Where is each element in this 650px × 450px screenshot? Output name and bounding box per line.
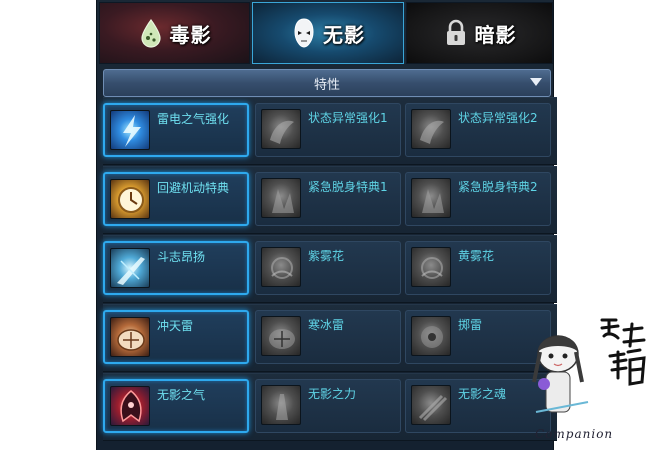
skill-slot[interactable]: 紧急脱身特典1 [255, 172, 401, 226]
skill-slot[interactable]: 状态异常强化2 [405, 103, 551, 157]
locked-skill-icon [411, 385, 451, 425]
skill-name: 雷电之气强化 [157, 112, 230, 126]
tab-label: 暗影 [474, 22, 517, 47]
locked-skill-icon [411, 316, 451, 356]
lock-icon [443, 17, 469, 49]
skill-name: 无影之魂 [458, 387, 507, 401]
skill-name: 无影之力 [308, 387, 357, 401]
tab-label: 毒影 [169, 22, 212, 47]
thunder-strike-skill-icon [110, 317, 150, 357]
skill-name: 回避机动特典 [157, 181, 230, 195]
blade-skill-icon [110, 248, 150, 288]
tab-poison-shadow[interactable]: 毒影 [99, 2, 250, 64]
class-tabs: 毒影 无影 暗影 [97, 0, 555, 64]
skill-name: 紫雾花 [308, 249, 345, 263]
tab-dark-shadow[interactable]: 暗影 [406, 2, 553, 64]
skill-name: 紧急脱身特典1 [308, 180, 388, 194]
skill-name: 冲天雷 [157, 319, 194, 333]
skill-name: 掷雷 [458, 318, 483, 332]
section-header-traits[interactable]: 特性 [103, 69, 551, 97]
skill-slot[interactable]: 紧急脱身特典2 [405, 172, 551, 226]
locked-skill-icon [261, 385, 301, 425]
skill-row: 回避机动特典 紧急脱身特典1 紧急脱身特典2 [103, 166, 557, 234]
chevron-down-icon[interactable] [530, 78, 542, 86]
skill-row: 斗志昂扬 紫雾花 黄雾花 [103, 235, 557, 303]
locked-skill-icon [261, 109, 301, 149]
skill-slot[interactable]: 无影之气 [103, 379, 249, 433]
skill-name: 寒冰雷 [308, 318, 345, 332]
lightning-skill-icon [110, 110, 150, 150]
skill-slot[interactable]: 黄雾花 [405, 241, 551, 295]
skill-name: 状态异常强化1 [308, 111, 388, 125]
locked-skill-icon [261, 316, 301, 356]
tab-label: 无影 [323, 22, 365, 47]
skill-panel: 毒影 无影 暗影 特性 雷电之气强化 状态异常强化1 状态异常强化2 回避机动特… [96, 0, 557, 450]
skill-name: 状态异常强化2 [458, 111, 538, 125]
skill-name: 斗志昂扬 [157, 250, 206, 264]
skill-name: 紧急脱身特典2 [458, 180, 538, 194]
skill-slot[interactable]: 斗志昂扬 [103, 241, 249, 295]
skill-slot[interactable]: 寒冰雷 [255, 310, 401, 364]
skill-slot[interactable]: 冲天雷 [103, 310, 249, 364]
locked-skill-icon [411, 247, 451, 287]
section-title: 特性 [313, 77, 340, 93]
tab-void-shadow[interactable]: 无影 [252, 2, 404, 64]
skill-row: 冲天雷 寒冰雷 掷雷 [103, 304, 557, 372]
skill-slot[interactable]: 状态异常强化1 [255, 103, 401, 157]
locked-skill-icon [261, 247, 301, 287]
shadow-aura-skill-icon [110, 386, 150, 426]
locked-skill-icon [261, 178, 301, 218]
locked-skill-icon [411, 109, 451, 149]
locked-skill-icon [411, 178, 451, 218]
skill-slot[interactable]: 回避机动特典 [103, 172, 249, 226]
watermark-text: Companion [535, 427, 614, 441]
clock-skill-icon [110, 179, 150, 219]
skill-row: 雷电之气强化 状态异常强化1 状态异常强化2 [103, 97, 557, 165]
skill-row: 无影之气 无影之力 无影之魂 [103, 373, 557, 441]
skill-name: 黄雾花 [458, 249, 495, 263]
skill-name: 无影之气 [157, 388, 206, 402]
skill-slot[interactable]: 紫雾花 [255, 241, 401, 295]
mask-icon [291, 17, 317, 49]
skill-slot[interactable]: 无影之力 [255, 379, 401, 433]
skill-slot[interactable]: 雷电之气强化 [103, 103, 249, 157]
poison-drop-icon [138, 17, 164, 49]
